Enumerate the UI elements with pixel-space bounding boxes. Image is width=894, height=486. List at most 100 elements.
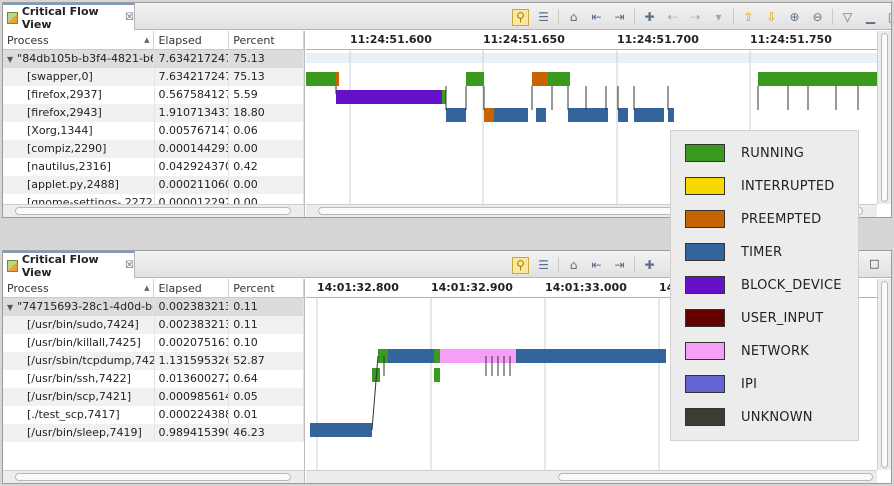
legend-swatch xyxy=(685,177,725,195)
tab-critical-flow-view[interactable]: Critical Flow View ☒ xyxy=(3,3,135,31)
add-bookmark-icon[interactable]: ✚ xyxy=(641,9,658,26)
legend-item: RUNNING xyxy=(685,143,804,163)
prev-event-icon[interactable]: ⇤ xyxy=(588,257,605,274)
next-event-icon[interactable]: ⇥ xyxy=(611,9,628,26)
tree-horizontal-scrollbar[interactable] xyxy=(3,470,304,483)
process-tree: Process Elapsed Percent ▼"74715693-28c1-… xyxy=(3,279,305,483)
prev-bookmark-icon[interactable]: ⇠ xyxy=(664,9,681,26)
list-icon[interactable]: ☰ xyxy=(535,9,552,26)
up-arrow-icon[interactable]: ⇧ xyxy=(740,9,757,26)
tree-row[interactable]: [/usr/bin/sleep,7419] 0.989415390 46.23 xyxy=(3,424,304,442)
next-event-icon[interactable]: ⇥ xyxy=(611,257,628,274)
close-tab-icon[interactable]: ☒ xyxy=(125,260,134,271)
chart-vertical-scrollbar[interactable] xyxy=(877,31,891,204)
legend-item: TIMER xyxy=(685,242,782,262)
legend-label: NETWORK xyxy=(741,343,809,359)
percent-value: 0.11 xyxy=(229,298,305,316)
tree-row[interactable]: [./test_scp,7417] 0.000224388 0.01 xyxy=(3,406,304,424)
maximize-icon[interactable]: □ xyxy=(885,9,891,26)
tree-row[interactable]: [/usr/bin/killall,7425] 0.002075161 0.10 xyxy=(3,334,304,352)
tree-row[interactable]: [/usr/sbin/tcpdump,7420 1.131595326 52.87 xyxy=(3,352,304,370)
elapsed-value: 1.910713431 xyxy=(155,104,230,122)
pin-icon[interactable]: ⚲ xyxy=(512,8,529,26)
state-preempted xyxy=(336,72,339,86)
legend-item: IPI xyxy=(685,374,757,394)
time-scale[interactable]: 11:24:51.600 11:24:51.650 11:24:51.700 1… xyxy=(306,31,877,50)
tree-row[interactable]: [/usr/bin/scp,7421] 0.000985614 0.05 xyxy=(3,388,304,406)
elapsed-value: 7.634217247 xyxy=(155,68,230,86)
tree-row[interactable]: [firefox,2937] 0.567584127 5.59 xyxy=(3,86,304,104)
tree-row[interactable]: [compiz,2290] 0.000144293 0.00 xyxy=(3,140,304,158)
state-running xyxy=(858,72,878,86)
dropdown-icon[interactable]: ▾ xyxy=(710,9,727,26)
expand-icon[interactable]: ▼ xyxy=(7,303,13,312)
view-tabbar: Critical Flow View ☒ ⚲ ☰ ⌂ ⇤ ⇥ ✚ ⇠ ⇢ ▾ ⇧… xyxy=(3,3,891,31)
flow-arrows xyxy=(371,355,511,431)
process-name: ▼"74715693-28c1-4d0d-bee5 xyxy=(3,298,155,316)
state-running xyxy=(788,72,808,86)
home-icon[interactable]: ⌂ xyxy=(565,257,582,274)
pin-icon[interactable]: ⚲ xyxy=(512,256,529,274)
column-percent[interactable]: Percent xyxy=(229,31,305,49)
process-name: [/usr/bin/killall,7425] xyxy=(3,334,155,352)
tree-row[interactable]: [/usr/bin/sudo,7424] 0.002383213 0.11 xyxy=(3,316,304,334)
legend-label: BLOCK_DEVICE xyxy=(741,277,842,293)
legend-swatch xyxy=(685,309,725,327)
home-icon[interactable]: ⌂ xyxy=(565,9,582,26)
list-icon[interactable]: ☰ xyxy=(535,257,552,274)
tree-row[interactable]: [swapper,0] 7.634217247 75.13 xyxy=(3,68,304,86)
zoom-in-icon[interactable]: ⊕ xyxy=(786,9,803,26)
tree-row[interactable]: ▼"74715693-28c1-4d0d-bee50.0023832130.11 xyxy=(3,298,305,316)
column-percent[interactable]: Percent xyxy=(229,279,305,297)
tree-header: Process Elapsed Percent xyxy=(3,31,305,50)
state-running xyxy=(828,72,858,86)
tab-critical-flow-view[interactable]: Critical Flow View ☒ xyxy=(3,251,135,279)
percent-value: 0.10 xyxy=(229,334,304,352)
column-process[interactable]: Process xyxy=(3,279,155,297)
legend-item: PREEMPTED xyxy=(685,209,821,229)
tree-row[interactable]: [Xorg,1344] 0.005767147 0.06 xyxy=(3,122,304,140)
elapsed-value: 0.042924370 xyxy=(155,158,230,176)
legend-label: USER_INPUT xyxy=(741,310,824,326)
elapsed-value: 0.000224388 xyxy=(155,406,230,424)
tree-row[interactable]: [/usr/bin/ssh,7422] 0.013600272 0.64 xyxy=(3,370,304,388)
column-process[interactable]: Process xyxy=(3,31,155,49)
legend-label: RUNNING xyxy=(741,145,805,161)
tree-row[interactable]: [nautilus,2316] 0.042924370 0.42 xyxy=(3,158,304,176)
view-menu-icon[interactable]: ▽ xyxy=(839,9,856,26)
chart-vertical-scrollbar[interactable] xyxy=(877,279,891,470)
prev-event-icon[interactable]: ⇤ xyxy=(588,9,605,26)
column-elapsed[interactable]: Elapsed xyxy=(154,31,230,49)
legend-swatch xyxy=(685,375,725,393)
maximize-icon[interactable]: □ xyxy=(869,257,879,270)
tab-title: Critical Flow View xyxy=(21,4,99,31)
tree-horizontal-scrollbar[interactable] xyxy=(3,204,304,217)
time-tick: 14:01:32.900 xyxy=(431,281,513,294)
elapsed-value: 7.634217247 xyxy=(154,50,230,68)
time-tick: 11:24:51.700 xyxy=(617,33,699,46)
legend-label: IPI xyxy=(741,376,758,392)
tab-title: Critical Flow View xyxy=(21,252,99,279)
tree-row[interactable]: [firefox,2943] 1.910713431 18.80 xyxy=(3,104,304,122)
tree-row[interactable]: [applet.py,2488] 0.000211060 0.00 xyxy=(3,176,304,194)
view-toolbar: ⚲ ☰ ⌂ ⇤ ⇥ ✚ xyxy=(512,255,658,275)
process-name: [./test_scp,7417] xyxy=(3,406,155,424)
time-tick: 11:24:51.600 xyxy=(350,33,432,46)
expand-icon[interactable]: ▼ xyxy=(7,55,13,64)
critical-flow-icon xyxy=(7,11,18,24)
minimize-icon[interactable]: ▁ xyxy=(862,9,879,26)
tree-row[interactable]: ▼"84db105b-b3f4-4821-b6627.63421724775.1… xyxy=(3,50,305,68)
process-name: [/usr/bin/sudo,7424] xyxy=(3,316,155,334)
percent-value: 0.05 xyxy=(229,388,304,406)
column-elapsed[interactable]: Elapsed xyxy=(154,279,230,297)
chart-horizontal-scrollbar[interactable] xyxy=(306,470,877,483)
elapsed-value: 0.005767147 xyxy=(155,122,230,140)
elapsed-value: 0.000211060 xyxy=(155,176,230,194)
zoom-out-icon[interactable]: ⊖ xyxy=(809,9,826,26)
process-name: [swapper,0] xyxy=(3,68,155,86)
state-timer xyxy=(634,108,664,122)
down-arrow-icon[interactable]: ⇩ xyxy=(763,9,780,26)
close-tab-icon[interactable]: ☒ xyxy=(125,12,134,23)
next-bookmark-icon[interactable]: ⇢ xyxy=(687,9,704,26)
add-bookmark-icon[interactable]: ✚ xyxy=(641,257,658,274)
